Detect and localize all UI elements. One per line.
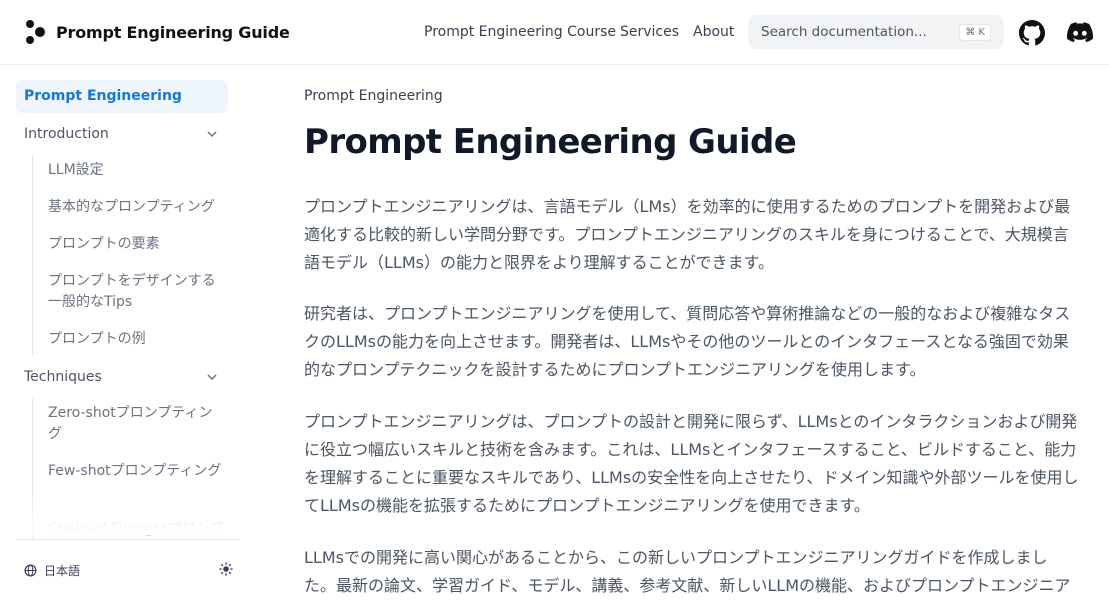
sidebar: Prompt Engineering Introduction LLM設定 基本…	[0, 65, 244, 600]
sidebar-footer: 日本語	[16, 539, 240, 599]
language-label: 日本語	[44, 564, 81, 578]
site-logo[interactable]: Prompt Engineering Guide	[24, 19, 290, 45]
content-paragraph: LLMsでの開発に高い関心があることから、この新しいプロンプトエンジニアリングガ…	[304, 548, 1071, 595]
sidebar-section-introduction[interactable]: Introduction	[24, 126, 224, 142]
sidebar-scroll-fade	[0, 495, 244, 535]
github-icon[interactable]	[1019, 20, 1045, 46]
sidebar-item-examples[interactable]: プロンプトの例	[48, 329, 224, 350]
sidebar-item-tips[interactable]: プロンプトをデザインする一般的なTips	[48, 271, 224, 313]
search-input[interactable]	[761, 24, 960, 40]
sidebar-item-elements[interactable]: プロンプトの要素	[48, 234, 224, 255]
sidebar-section-label: Introduction	[24, 126, 109, 142]
sidebar-section-techniques[interactable]: Techniques	[24, 369, 224, 385]
sidebar-item-basics[interactable]: 基本的なプロンプティング	[48, 197, 224, 218]
content-paragraph: プロンプトエンジニアリングは、プロンプトの設計と開発に限らず、LLMsとのインタ…	[304, 412, 1079, 515]
logo-icon	[24, 19, 48, 45]
breadcrumb[interactable]: Prompt Engineering	[304, 88, 443, 104]
sidebar-tree-line	[32, 155, 33, 355]
content-paragraph: プロンプトエンジニアリングは、言語モデル（LMs）を効率的に使用するためのプロン…	[304, 197, 1071, 272]
search-shortcut-badge: ⌘ K	[959, 23, 991, 41]
nav-link-services[interactable]: Services	[620, 24, 679, 40]
sidebar-item-few-shot[interactable]: Few-shotプロンプティング	[48, 461, 224, 482]
chevron-down-icon	[207, 374, 217, 381]
discord-icon[interactable]	[1067, 21, 1093, 43]
content-paragraph: 研究者は、プロンプトエンジニアリングを使用して、質問応答や算術推論などの一般的な…	[304, 304, 1071, 379]
sidebar-item-zero-shot[interactable]: Zero-shotプロンプティング	[48, 403, 224, 445]
chevron-down-icon	[207, 131, 217, 138]
nav-link-about[interactable]: About	[693, 24, 734, 40]
page-title: Prompt Engineering Guide	[304, 122, 797, 162]
nav-link-course[interactable]: Prompt Engineering Course	[424, 24, 616, 40]
search-box[interactable]: ⌘ K	[748, 15, 1004, 49]
language-switcher[interactable]: 日本語	[24, 562, 80, 579]
sidebar-section-label: Techniques	[24, 369, 102, 385]
sidebar-item-prompt-engineering[interactable]: Prompt Engineering	[16, 80, 228, 113]
top-navbar: Prompt Engineering Guide Prompt Engineer…	[0, 0, 1109, 65]
sidebar-item-llm-settings[interactable]: LLM設定	[48, 160, 224, 181]
sun-icon[interactable]	[219, 562, 233, 576]
site-title: Prompt Engineering Guide	[56, 22, 290, 42]
globe-icon	[24, 564, 37, 577]
